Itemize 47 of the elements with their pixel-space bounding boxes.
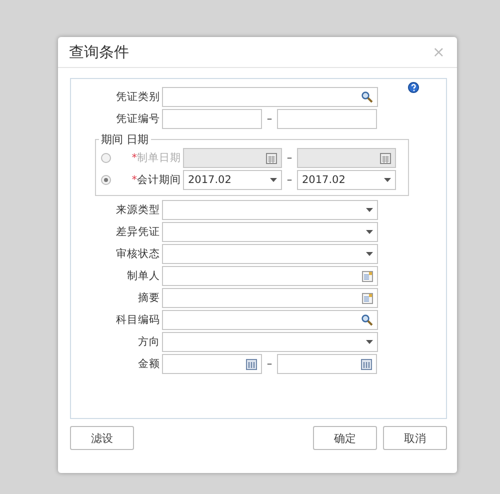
calculator-icon[interactable] [246,358,257,370]
dialog-button[interactable]: 取消 [383,426,447,450]
dialog-title: 查询条件 [69,42,129,62]
input-field[interactable] [277,109,377,129]
field-label: 摘要 [137,291,161,305]
field-label: 凭证编号 [115,112,161,126]
input-field[interactable] [162,266,378,286]
input-field[interactable] [162,288,378,308]
search-icon[interactable] [361,314,373,326]
field-label: *会计期间 [130,173,182,187]
field-label: 制单人 [126,269,161,283]
input-field[interactable] [162,109,262,129]
caret-icon[interactable] [366,208,373,212]
input-field[interactable] [162,87,378,107]
caret-icon[interactable] [270,178,277,182]
list-icon[interactable] [362,292,373,304]
radio-button[interactable] [101,175,111,185]
dialog-button[interactable]: 确定 [313,426,377,450]
field-label: 来源类型 [115,203,161,217]
field-label: 方向 [137,335,161,349]
dropdown[interactable]: 2017.02 [297,170,396,190]
dialog-button[interactable]: 滤设 [70,426,134,450]
caret-icon[interactable] [384,178,391,182]
caret-icon[interactable] [366,340,373,344]
field-label: 差异凭证 [115,225,161,239]
field-label: 科目编码 [115,313,161,327]
range-dash: – [266,113,274,125]
caret-icon[interactable] [366,252,373,256]
field-label: 金额 [137,357,161,371]
calculator-icon[interactable] [361,358,372,370]
field-label: *制单日期 [130,151,182,165]
field-label: 审核状态 [115,247,161,261]
field-value: 2017.02 [302,174,346,186]
help-icon[interactable] [408,82,419,93]
dropdown[interactable]: 2017.02 [183,170,282,190]
input-field[interactable] [162,310,378,330]
range-dash: – [286,152,294,164]
input-field[interactable] [162,354,262,374]
list-icon[interactable] [362,270,373,282]
input-field[interactable] [277,354,377,374]
group-title: 期间 日期 [100,132,150,147]
field-label: 凭证类别 [115,90,161,104]
range-dash: – [286,174,294,186]
caret-icon[interactable] [366,230,373,234]
range-dash: – [266,358,274,370]
field-value: 2017.02 [188,174,232,186]
search-icon[interactable] [361,91,373,103]
